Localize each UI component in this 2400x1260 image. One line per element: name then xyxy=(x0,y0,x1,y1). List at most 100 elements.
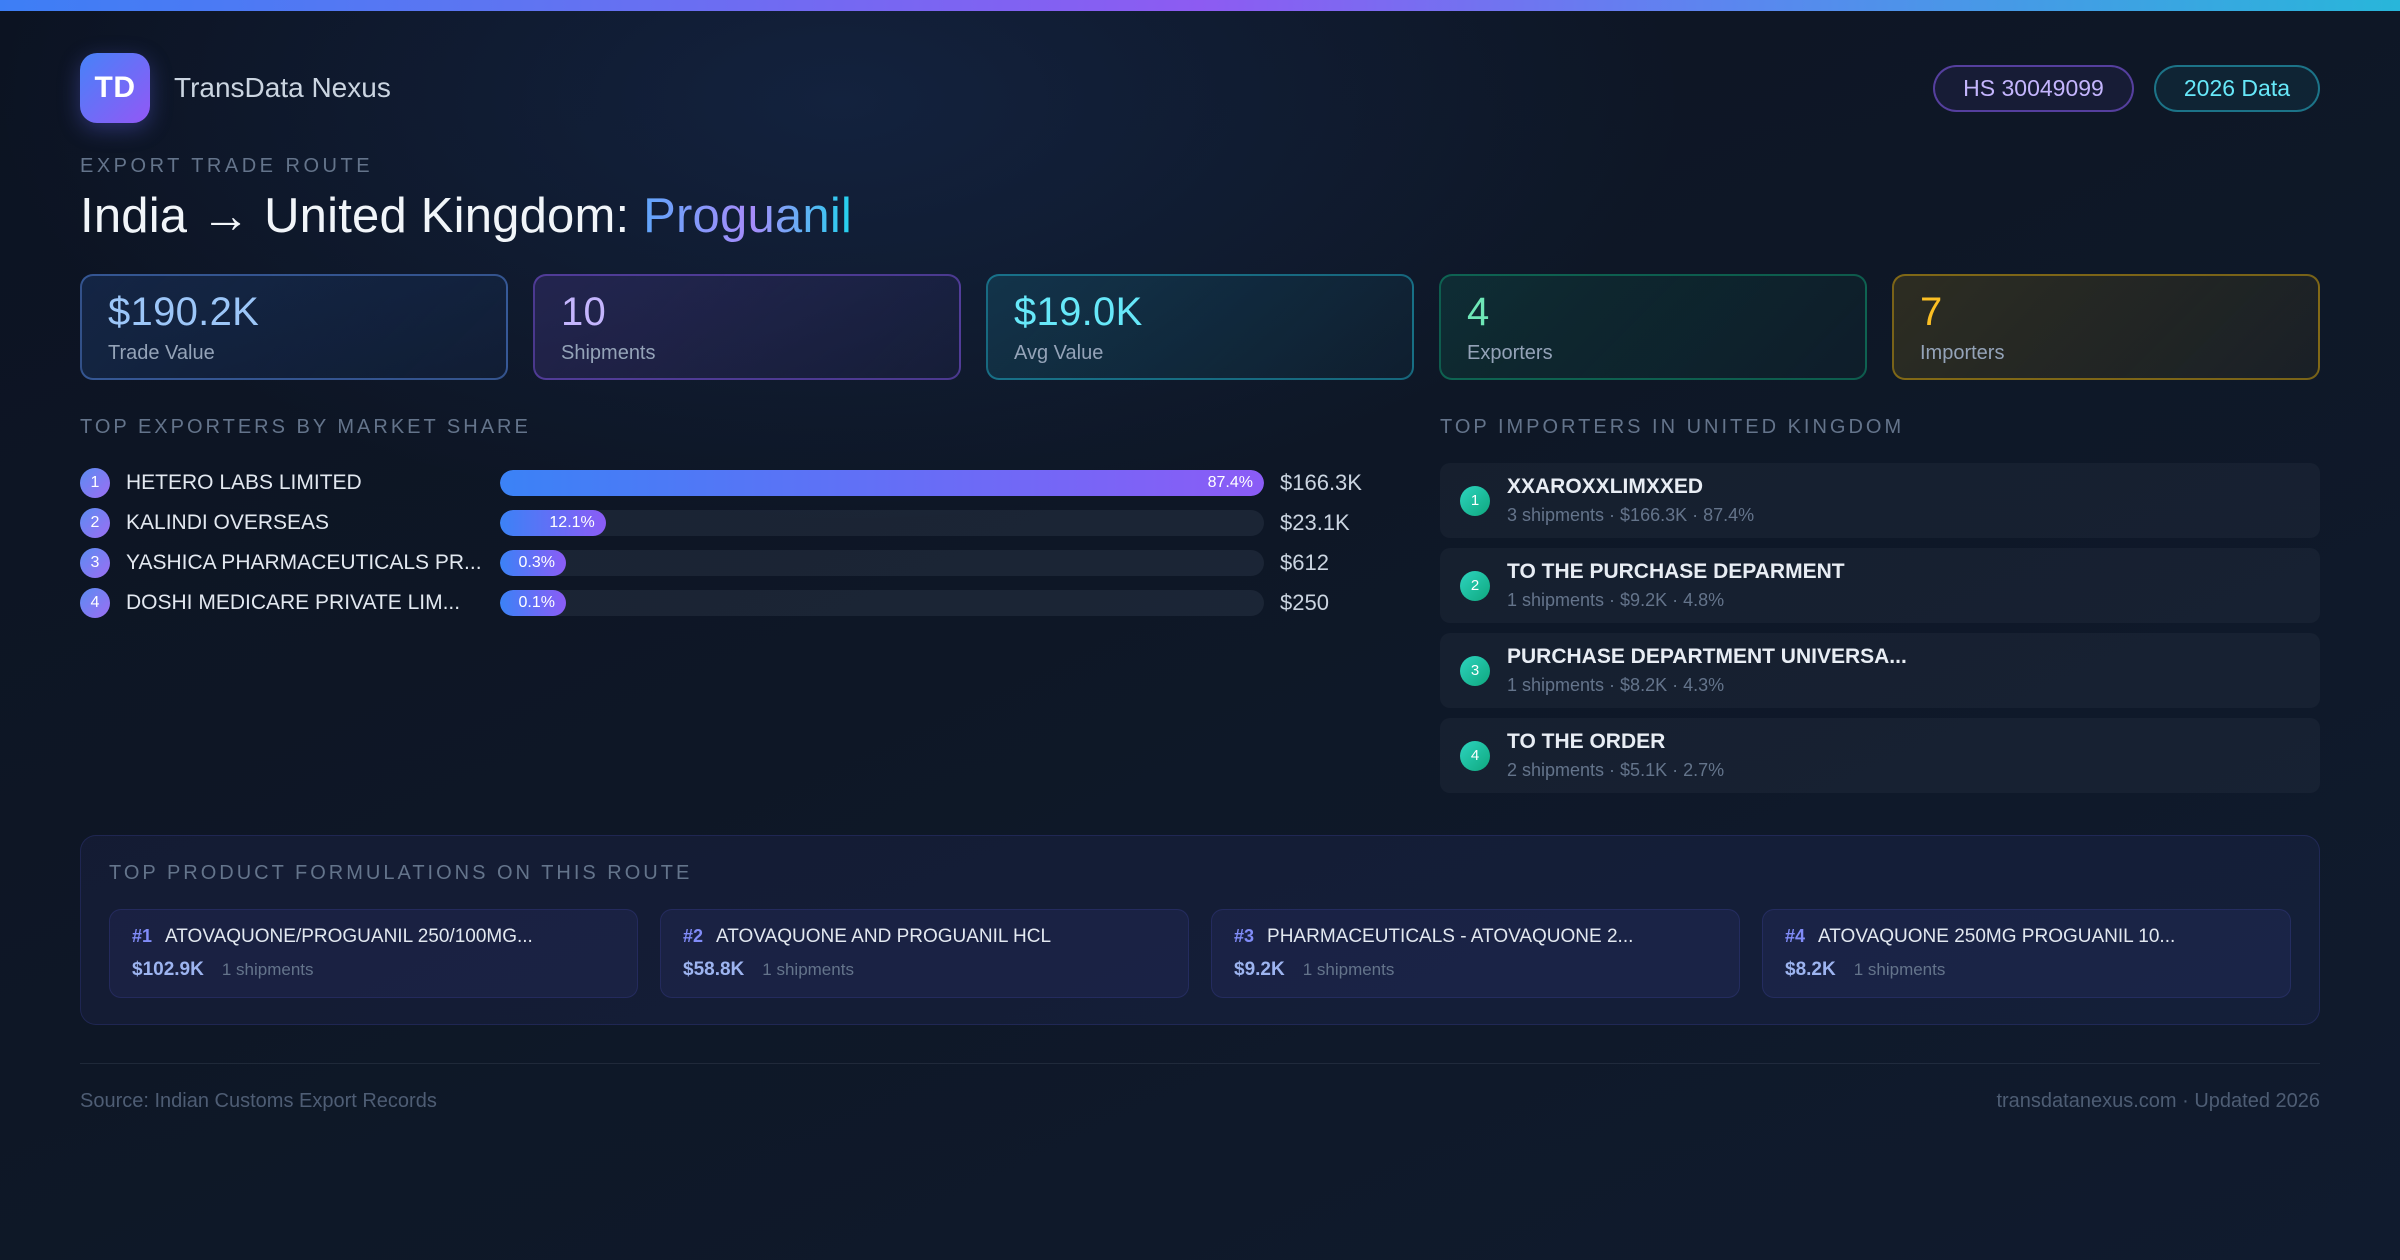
stat-label: Trade Value xyxy=(108,341,215,364)
brand: TD TransData Nexus xyxy=(80,53,391,123)
product-shipments: 1 shipments xyxy=(1302,960,1395,979)
market-share-bar-fill: 12.1% xyxy=(500,510,606,536)
content-columns: TOP EXPORTERS BY MARKET SHARE 1 HETERO L… xyxy=(80,416,2320,793)
importers-heading: TOP IMPORTERS IN UNITED KINGDOM xyxy=(1440,416,1905,438)
market-share-percent: 0.3% xyxy=(518,554,555,571)
exporter-row: 4 DOSHI MEDICARE PRIVATE LIM... 0.1% $25… xyxy=(80,583,1380,623)
product-name: ATOVAQUONE/PROGUANIL 250/100MG... xyxy=(165,926,533,947)
exporter-name: DOSHI MEDICARE PRIVATE LIM... xyxy=(126,591,461,614)
rank-badge: 4 xyxy=(80,588,110,618)
market-share-bar-track: 0.3% xyxy=(500,550,1264,576)
rank-badge: 3 xyxy=(80,548,110,578)
importer-meta: 1 shipments · $9.2K · 4.8% xyxy=(1507,590,1725,610)
stat-value: 7 xyxy=(1920,289,1943,334)
market-share-percent: 87.4% xyxy=(1207,474,1253,491)
products-list: #1 ATOVAQUONE/PROGUANIL 250/100MG... $10… xyxy=(109,909,2291,998)
product-shipments: 1 shipments xyxy=(221,960,314,979)
stat-card-importers: 7 Importers xyxy=(1892,274,2320,380)
market-share-bar-track: 12.1% xyxy=(500,510,1264,536)
footer-site: transdatanexus.com · Updated 2026 xyxy=(1996,1090,2320,1112)
importer-name: TO THE ORDER xyxy=(1507,730,1666,753)
page-root: TD TransData Nexus HS 30049099 2026 Data… xyxy=(0,53,2400,1113)
product-rank: #4 xyxy=(1785,926,1806,946)
stat-value: $19.0K xyxy=(1014,289,1143,334)
importer-meta: 1 shipments · $8.2K · 4.3% xyxy=(1507,675,1725,695)
stat-value: 4 xyxy=(1467,289,1490,334)
exporter-value: $250 xyxy=(1280,590,1329,615)
importer-meta: 2 shipments · $5.1K · 2.7% xyxy=(1507,760,1725,780)
data-year-badge[interactable]: 2026 Data xyxy=(2153,64,2320,112)
stats-row: $190.2K Trade Value 10 Shipments $19.0K … xyxy=(80,274,2320,380)
rank-badge: 3 xyxy=(1460,655,1490,686)
exporter-name: KALINDI OVERSEAS xyxy=(126,511,330,534)
product-rank: #3 xyxy=(1234,926,1255,946)
stat-card-shipments: 10 Shipments xyxy=(533,274,961,380)
stat-card-exporters: 4 Exporters xyxy=(1439,274,1867,380)
product-shipments: 1 shipments xyxy=(1853,960,1946,979)
market-share-bar-fill: 0.1% xyxy=(500,590,566,616)
exporters-heading: TOP EXPORTERS BY MARKET SHARE xyxy=(80,416,531,438)
product-name: ATOVAQUONE AND PROGUANIL HCL xyxy=(716,926,1052,947)
product-shipments: 1 shipments xyxy=(762,960,854,979)
market-share-bar-fill: 87.4% xyxy=(500,470,1264,496)
page-title-route: India → United Kingdom: xyxy=(80,189,644,243)
market-share-bar-fill: 0.3% xyxy=(500,550,566,576)
product-name: PHARMACEUTICALS - ATOVAQUONE 2... xyxy=(1267,926,1634,947)
footer: Source: Indian Customs Export Records tr… xyxy=(80,1063,2320,1113)
stat-label: Exporters xyxy=(1467,341,1553,364)
exporter-row: 3 YASHICA PHARMACEUTICALS PR... 0.3% $61… xyxy=(80,543,1380,583)
exporter-row: 1 HETERO LABS LIMITED 87.4% $166.3K xyxy=(80,463,1380,503)
products-heading: TOP PRODUCT FORMULATIONS ON THIS ROUTE xyxy=(109,862,693,884)
rank-badge: 4 xyxy=(1460,740,1490,771)
importer-name: TO THE PURCHASE DEPARMENT xyxy=(1507,560,1845,583)
app-logo: TD xyxy=(80,53,150,123)
exporter-value: $166.3K xyxy=(1280,470,1362,495)
importer-name: PURCHASE DEPARTMENT UNIVERSA... xyxy=(1507,645,1907,668)
market-share-bar-track: 0.1% xyxy=(500,590,1264,616)
exporter-name: YASHICA PHARMACEUTICALS PR... xyxy=(126,551,482,574)
exporters-list: 1 HETERO LABS LIMITED 87.4% $166.3K 2 KA… xyxy=(80,463,1380,623)
importer-name: XXAROXXLIMXXED xyxy=(1507,475,1704,498)
page-title: India → United Kingdom: Proguanil xyxy=(80,188,2320,244)
product-value: $8.2K xyxy=(1785,959,1836,980)
product-name: ATOVAQUONE 250MG PROGUANIL 10... xyxy=(1818,926,2176,947)
rank-badge: 1 xyxy=(80,468,110,498)
eyebrow-label: EXPORT TRADE ROUTE xyxy=(80,155,374,177)
product-card: #1 ATOVAQUONE/PROGUANIL 250/100MG... $10… xyxy=(109,909,638,998)
stat-card-avg-value: $19.0K Avg Value xyxy=(986,274,1414,380)
importers-section: TOP IMPORTERS IN UNITED KINGDOM 1 XXAROX… xyxy=(1440,416,2320,793)
product-rank: #1 xyxy=(132,926,153,946)
exporter-name: HETERO LABS LIMITED xyxy=(126,471,362,494)
top-accent-bar xyxy=(0,0,2400,11)
header-badges: HS 30049099 2026 Data xyxy=(1933,64,2320,112)
footer-source: Source: Indian Customs Export Records xyxy=(80,1090,437,1112)
exporter-value: $612 xyxy=(1280,550,1329,575)
product-card: #2 ATOVAQUONE AND PROGUANIL HCL $58.8K 1… xyxy=(660,909,1189,998)
products-panel: TOP PRODUCT FORMULATIONS ON THIS ROUTE #… xyxy=(80,835,2320,1025)
stat-card-trade-value: $190.2K Trade Value xyxy=(80,274,508,380)
exporter-value: $23.1K xyxy=(1280,510,1350,535)
rank-badge: 2 xyxy=(80,508,110,538)
stat-label: Shipments xyxy=(561,341,656,364)
importers-list: 1 XXAROXXLIMXXED 3 shipments · $166.3K ·… xyxy=(1440,463,2320,793)
stat-value: $190.2K xyxy=(108,289,260,334)
market-share-percent: 12.1% xyxy=(549,514,595,531)
importer-card: 1 XXAROXXLIMXXED 3 shipments · $166.3K ·… xyxy=(1440,463,2320,538)
product-value: $9.2K xyxy=(1234,959,1285,980)
importer-card: 4 TO THE ORDER 2 shipments · $5.1K · 2.7… xyxy=(1440,718,2320,793)
importer-card: 2 TO THE PURCHASE DEPARMENT 1 shipments … xyxy=(1440,548,2320,623)
importer-card: 3 PURCHASE DEPARTMENT UNIVERSA... 1 ship… xyxy=(1440,633,2320,708)
page-title-product: Proguanil xyxy=(643,189,852,243)
product-value: $102.9K xyxy=(132,959,204,980)
product-value: $58.8K xyxy=(683,959,745,980)
hs-code-badge[interactable]: HS 30049099 xyxy=(1933,64,2134,112)
exporter-row: 2 KALINDI OVERSEAS 12.1% $23.1K xyxy=(80,503,1380,543)
product-rank: #2 xyxy=(683,926,704,946)
app-name: TransData Nexus xyxy=(174,72,391,103)
stat-label: Avg Value xyxy=(1014,341,1104,364)
importer-meta: 3 shipments · $166.3K · 87.4% xyxy=(1507,505,1755,525)
product-card: #4 ATOVAQUONE 250MG PROGUANIL 10... $8.2… xyxy=(1762,909,2291,998)
rank-badge: 2 xyxy=(1460,570,1490,601)
stat-label: Importers xyxy=(1920,341,2005,364)
stat-value: 10 xyxy=(561,289,607,334)
